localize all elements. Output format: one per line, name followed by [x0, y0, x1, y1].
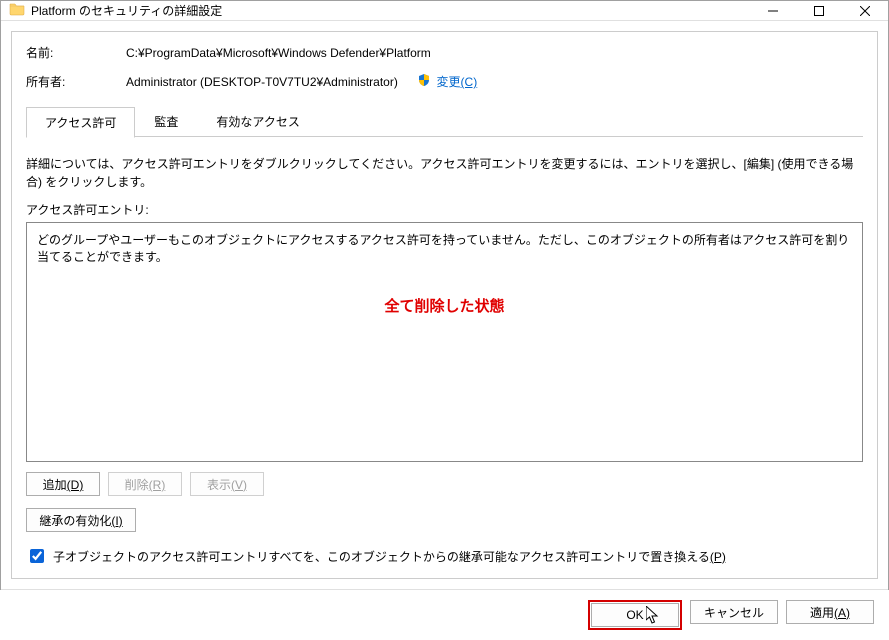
permission-entries-list[interactable]: どのグループやユーザーもこのオブジェクトにアクセスするアクセス許可を持っていませ… — [26, 222, 863, 462]
name-value: C:¥ProgramData¥Microsoft¥Windows Defende… — [126, 46, 431, 60]
owner-value: Administrator (DESKTOP-T0V7TU2¥Administr… — [126, 75, 398, 89]
add-button[interactable]: 追加(D) — [26, 472, 100, 496]
owner-row: 所有者: Administrator (DESKTOP-T0V7TU2¥Admi… — [26, 73, 863, 90]
tab-audit[interactable]: 監査 — [135, 106, 197, 137]
maximize-button[interactable] — [796, 1, 842, 20]
annotation-text: 全て削除した状態 — [37, 295, 852, 316]
list-empty-message: どのグループやユーザーもこのオブジェクトにアクセスするアクセス許可を持っていませ… — [37, 231, 852, 265]
remove-button: 削除(R) — [108, 472, 182, 496]
view-button: 表示(V) — [190, 472, 264, 496]
list-label: アクセス許可エントリ: — [26, 201, 863, 218]
owner-label: 所有者: — [26, 73, 126, 90]
minimize-button[interactable] — [750, 1, 796, 20]
close-button[interactable] — [842, 1, 888, 20]
ok-button[interactable]: OK — [591, 603, 679, 627]
tab-permissions[interactable]: アクセス許可 — [26, 107, 135, 138]
shield-icon — [417, 73, 431, 90]
name-row: 名前: C:¥ProgramData¥Microsoft¥Windows Def… — [26, 44, 863, 61]
change-owner-link[interactable]: 変更(C) — [437, 73, 478, 90]
tab-effective-access[interactable]: 有効なアクセス — [197, 106, 318, 137]
content-panel: 名前: C:¥ProgramData¥Microsoft¥Windows Def… — [11, 31, 878, 579]
apply-button[interactable]: 適用(A) — [786, 600, 874, 624]
enable-inheritance-button[interactable]: 継承の有効化(I) — [26, 508, 136, 532]
replace-child-permissions-checkbox[interactable] — [30, 549, 44, 563]
window-title: Platform のセキュリティの詳細設定 — [31, 2, 750, 19]
folder-icon — [9, 1, 25, 20]
replace-child-permissions-label[interactable]: 子オブジェクトのアクセス許可エントリすべてを、このオブジェクトからの継承可能なア… — [53, 548, 726, 565]
dialog-footer: OK キャンセル 適用(A) — [1, 589, 888, 640]
cancel-button[interactable]: キャンセル — [690, 600, 778, 624]
ok-button-highlight: OK — [588, 600, 682, 630]
name-label: 名前: — [26, 44, 126, 61]
description-text: 詳細については、アクセス許可エントリをダブルクリックしてください。アクセス許可エ… — [26, 155, 863, 191]
titlebar: Platform のセキュリティの詳細設定 — [1, 1, 888, 21]
tab-bar: アクセス許可 監査 有効なアクセス — [26, 106, 863, 137]
